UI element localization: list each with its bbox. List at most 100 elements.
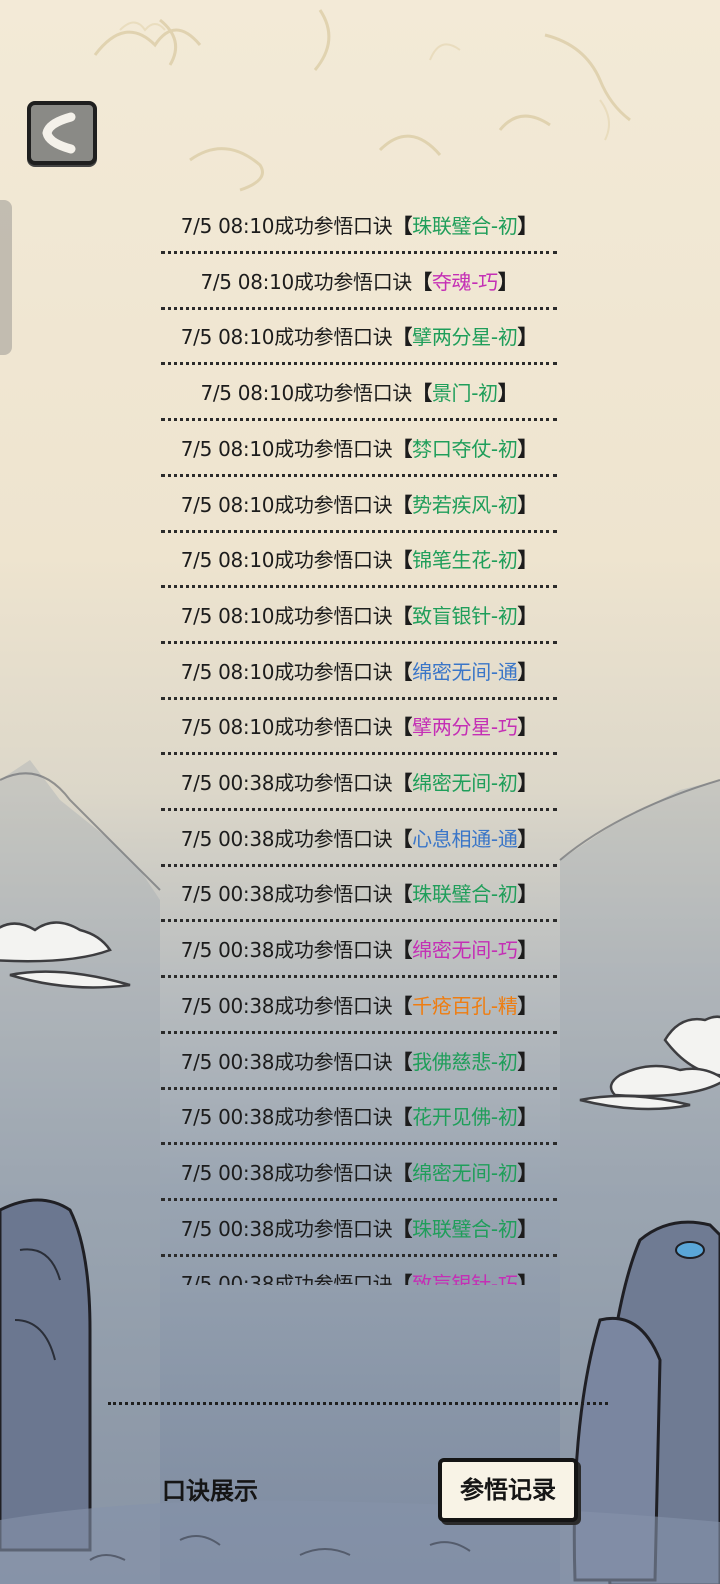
record-text: 7/5 08:10成功参悟口诀 [180, 325, 393, 350]
record-divider [161, 808, 557, 811]
record-bracket-open: 【 [392, 325, 413, 350]
record-text: 7/5 00:38成功参悟口诀 [180, 771, 393, 795]
record-row: 7/5 00:38成功参悟口诀【绵密无间-初】 [161, 757, 557, 813]
record-bracket-close: 】 [517, 715, 538, 740]
record-bracket-close: 】 [517, 1049, 538, 1074]
record-row: 7/5 08:10成功参悟口诀【势若疾风-初】 [161, 479, 557, 535]
record-text: 7/5 08:10成功参悟口诀 [200, 269, 413, 294]
record-text: 7/5 00:38成功参悟口诀 [180, 1105, 393, 1130]
record-bracket-open: 【 [392, 659, 413, 684]
record-bracket-close: 】 [517, 938, 538, 963]
record-divider [161, 585, 557, 589]
record-bracket-open: 【 [392, 938, 413, 963]
record-row: 7/5 00:38成功参悟口诀【珠联璧合-初】 [161, 868, 557, 924]
record-text: 7/5 00:38成功参悟口诀 [180, 882, 393, 907]
record-row: 7/5 00:38成功参悟口诀【花开见佛-初】 [161, 1091, 557, 1147]
record-row: 7/5 08:10成功参悟口诀【致盲银针-初】 [161, 590, 557, 646]
record-divider [161, 975, 557, 979]
record-item: 心息相通-通 [412, 826, 518, 851]
record-row: 7/5 08:10成功参悟口诀【绵密无间-通】 [161, 646, 557, 702]
record-item: 我佛慈悲-初 [412, 1049, 518, 1074]
record-divider [161, 919, 557, 923]
record-divider [161, 696, 557, 700]
record-text: 7/5 00:38成功参悟口诀 [180, 993, 393, 1018]
record-bracket-open: 【 [392, 826, 413, 851]
record-row: 7/5 00:38成功参悟口诀【千疮百孔-精】 [161, 980, 557, 1036]
record-bracket-close: 】 [517, 1272, 538, 1285]
record-divider [161, 418, 557, 422]
record-row: 7/5 00:38成功参悟口诀【珠联璧合-初】 [161, 1203, 557, 1259]
record-bracket-close: 】 [517, 214, 538, 238]
record-item: 夺魂-巧 [431, 269, 498, 294]
record-item: 棼口夺仗-初 [412, 436, 518, 461]
record-text: 7/5 00:38成功参悟口诀 [180, 1049, 393, 1074]
record-divider [161, 1086, 557, 1090]
record-text: 7/5 08:10成功参悟口诀 [180, 659, 393, 684]
record-divider [161, 251, 557, 254]
record-bracket-open: 【 [392, 715, 413, 740]
record-bracket-close: 】 [517, 993, 538, 1018]
record-bracket-close: 】 [517, 436, 538, 461]
record-row: 7/5 00:38成功参悟口诀【绵密无间-初】 [161, 1147, 557, 1203]
record-bracket-open: 【 [392, 548, 413, 573]
record-row: 7/5 08:10成功参悟口诀【锦笔生花-初】 [161, 534, 557, 590]
record-text: 7/5 08:10成功参悟口诀 [180, 214, 393, 238]
record-item: 锦笔生花-初 [412, 548, 518, 573]
record-row: 7/5 08:10成功参悟口诀【棼口夺仗-初】 [161, 423, 557, 479]
record-item: 致盲银针-初 [412, 603, 518, 628]
side-drawer-handle[interactable] [0, 200, 12, 355]
record-text: 7/5 08:10成功参悟口诀 [200, 381, 413, 406]
record-item: 绵密无间-初 [412, 1160, 518, 1185]
record-bracket-open: 【 [392, 436, 413, 461]
record-row: 7/5 00:38成功参悟口诀【我佛慈悲-初】 [161, 1036, 557, 1092]
record-bracket-open: 【 [392, 771, 413, 795]
record-item: 花开见佛-初 [412, 1105, 518, 1130]
record-bracket-close: 】 [497, 269, 518, 294]
record-bracket-open: 【 [392, 1160, 413, 1185]
record-bracket-open: 【 [392, 1216, 413, 1241]
record-item: 擘两分星-初 [412, 325, 518, 350]
record-bracket-close: 】 [517, 771, 538, 795]
record-row: 7/5 08:10成功参悟口诀【景门-初】 [161, 367, 557, 423]
record-bracket-close: 】 [517, 1160, 538, 1185]
record-bracket-close: 】 [517, 1105, 538, 1130]
record-item: 绵密无间-初 [412, 771, 518, 795]
record-divider [161, 863, 557, 867]
record-divider [161, 1197, 557, 1201]
record-text: 7/5 00:38成功参悟口诀 [180, 826, 393, 851]
tab-study-records[interactable]: 参悟记录 [438, 1458, 578, 1522]
record-divider [161, 1142, 557, 1146]
record-row: 7/5 08:10成功参悟口诀【珠联璧合-初】 [161, 200, 557, 256]
record-bracket-close: 】 [497, 381, 518, 406]
record-item: 珠联璧合-初 [412, 214, 518, 238]
record-list[interactable]: 7/5 08:10成功参悟口诀【珠联璧合-初】 7/5 08:10成功参悟口诀【夺… [0, 200, 720, 1285]
record-row: 7/5 08:10成功参悟口诀【夺魂-巧】 [161, 256, 557, 312]
record-bracket-open: 【 [392, 1272, 413, 1285]
back-button[interactable] [27, 101, 97, 165]
record-divider [161, 473, 557, 477]
record-bracket-close: 】 [517, 325, 538, 350]
record-bracket-close: 】 [517, 492, 538, 517]
tab-formula-display[interactable]: 口诀展示 [150, 1471, 270, 1511]
record-divider [161, 752, 557, 756]
record-bracket-open: 【 [392, 993, 413, 1018]
record-bracket-open: 【 [412, 381, 432, 406]
record-bracket-open: 【 [392, 603, 413, 628]
record-item: 绵密无间-通 [412, 659, 518, 684]
record-bracket-open: 【 [392, 882, 413, 907]
record-text: 7/5 08:10成功参悟口诀 [180, 715, 393, 740]
record-bracket-close: 】 [517, 659, 538, 684]
record-bracket-open: 【 [412, 269, 432, 294]
record-bracket-close: 】 [517, 826, 538, 851]
record-bracket-open: 【 [392, 1105, 413, 1130]
record-item: 擘两分星-巧 [412, 715, 518, 740]
record-text: 7/5 08:10成功参悟口诀 [180, 548, 393, 573]
record-bracket-close: 】 [517, 548, 538, 573]
record-bracket-close: 】 [517, 1216, 538, 1241]
footer-divider [108, 1402, 608, 1405]
record-bracket-open: 【 [392, 1049, 413, 1074]
record-item: 珠联璧合-初 [412, 882, 518, 907]
record-bracket-close: 】 [517, 882, 538, 907]
record-row: 7/5 00:38成功参悟口诀【心息相通-通】 [161, 813, 557, 869]
record-bracket-open: 【 [392, 492, 413, 517]
